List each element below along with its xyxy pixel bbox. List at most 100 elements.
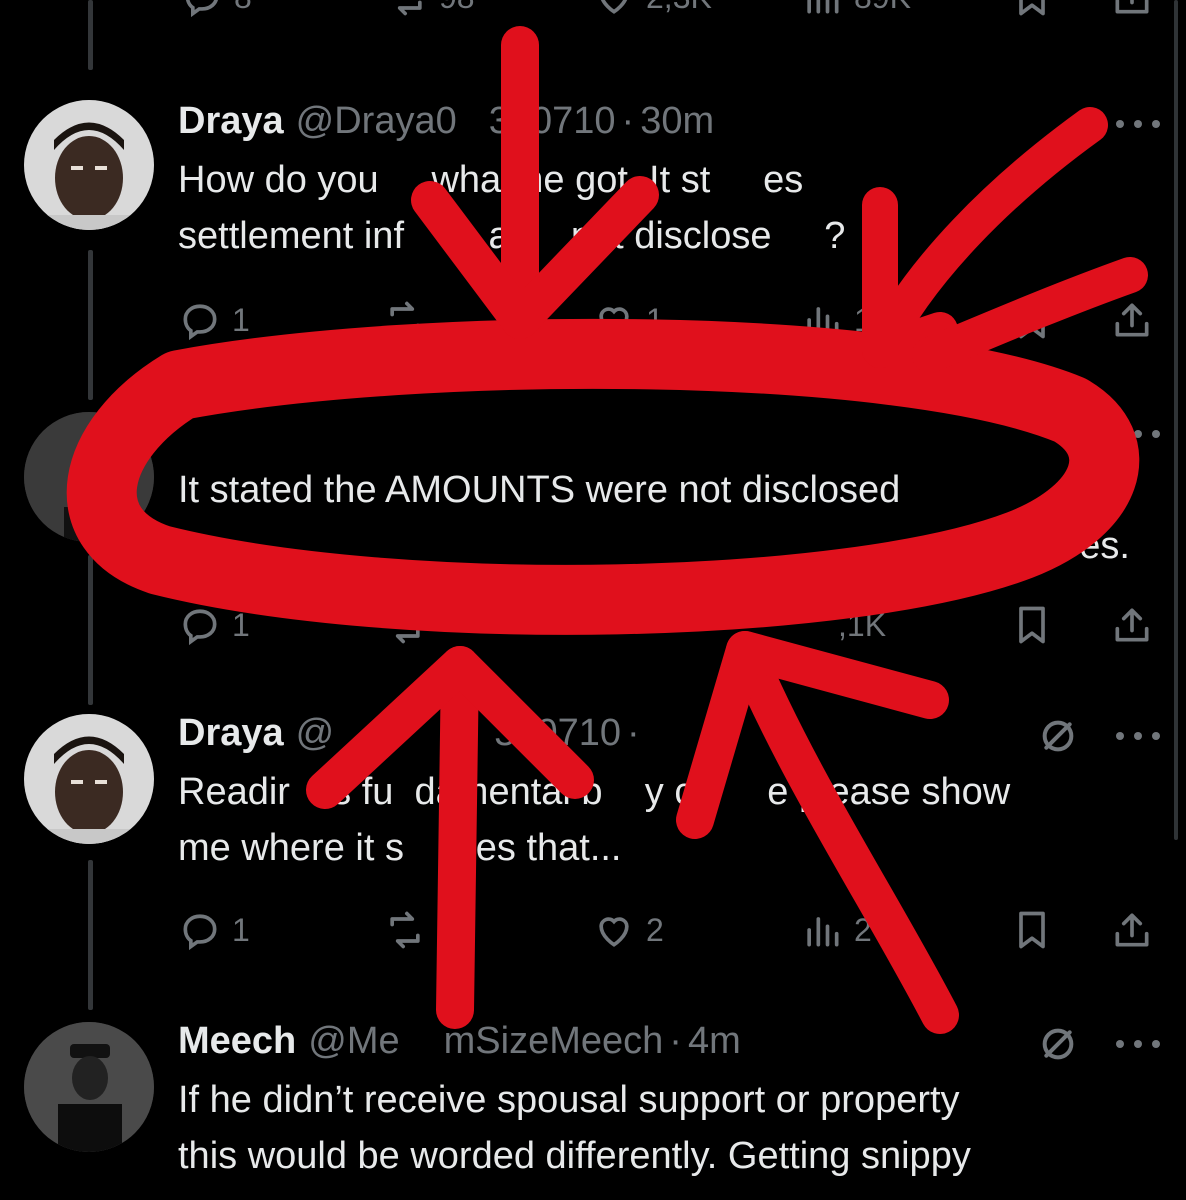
tweet-header: Draya @ 360710 · (178, 712, 646, 764)
share-button[interactable] (1110, 0, 1154, 22)
views-count: 2 (854, 911, 872, 948)
reply-count: 1 (232, 606, 250, 643)
repost-icon (383, 298, 427, 342)
handle[interactable]: @ (296, 712, 335, 755)
more-icon[interactable] (1116, 1034, 1160, 1054)
like-button[interactable]: 1 (592, 295, 664, 345)
share-icon (1110, 908, 1154, 952)
repost-count: 98 (439, 0, 475, 16)
reply-icon (178, 298, 222, 342)
views-count: ,1K (838, 606, 887, 643)
avatar[interactable] (24, 714, 154, 844)
grok-icon[interactable] (1038, 1024, 1078, 1064)
views-button[interactable]: 1 (800, 295, 872, 345)
display-name[interactable]: Draya (178, 100, 284, 143)
more-icon[interactable] (1116, 424, 1160, 444)
bookmark-button[interactable] (1010, 295, 1054, 345)
reply-count: 8 (234, 0, 252, 16)
tweet-text: If he didn’t receive spousal support or … (178, 1072, 1158, 1184)
views-icon (800, 0, 844, 19)
tweet-actions: 1 1 1 (178, 295, 1158, 345)
views-button[interactable]: 89K (800, 0, 911, 22)
reply-icon (180, 0, 224, 19)
share-button[interactable] (1110, 295, 1154, 345)
reply-button[interactable]: 1 (178, 905, 250, 955)
like-button[interactable]: 2,3K (592, 0, 712, 22)
tweet-header: Draya @Draya0 360710 · 30m (178, 100, 714, 152)
bookmark-button[interactable] (1010, 0, 1054, 22)
share-button[interactable] (1110, 905, 1154, 955)
views-icon (800, 298, 844, 342)
repost-button[interactable] (383, 600, 427, 650)
tweet-text-line: me where it s ites that... (178, 827, 622, 869)
handle[interactable]: @Draya0 (296, 100, 457, 143)
reply-icon (178, 908, 222, 952)
avatar[interactable] (24, 412, 154, 542)
tweet-text-line: If he didn’t receive spousal support or … (178, 1079, 960, 1121)
repost-button[interactable] (383, 295, 427, 345)
repost-button[interactable] (383, 905, 427, 955)
bookmark-icon (1010, 0, 1054, 19)
views-count: 89K (854, 0, 911, 16)
tweet[interactable]: Meech @Me mSizeMeech · 4m If he didn’t r… (0, 1020, 1186, 1200)
tweet[interactable]: It stated the AMOUNTS were not disclosed… (0, 410, 1186, 660)
bookmark-button[interactable] (1010, 905, 1054, 955)
heart-icon (592, 0, 636, 19)
separator-dot: · (669, 1020, 682, 1062)
share-icon (1110, 298, 1154, 342)
grok-icon[interactable] (1038, 716, 1078, 756)
views-button[interactable]: 2 (800, 905, 872, 955)
tweet-text: Readir s fu damental b y ca e please sho… (178, 764, 1158, 876)
tweet-actions: 1 ,1K (178, 600, 1158, 650)
previous-tweet-actions: 8 98 2,3K 89K (0, 0, 1186, 32)
tweet-text-line: Readir s fu damental b y ca e please sho… (178, 771, 1011, 813)
bookmark-icon (1010, 603, 1054, 647)
display-name[interactable]: Meech (178, 1020, 296, 1063)
tweet-text-line: How do you what he got. It st es (178, 159, 804, 201)
tweet-text-line: es. (1079, 525, 1130, 567)
reply-count: 1 (232, 911, 250, 948)
reply-button[interactable]: 1 (178, 295, 250, 345)
tweet-text-line: settlement inf ati not disclose ? (178, 215, 846, 257)
repost-icon (383, 603, 427, 647)
tweet-text-line: this would be worded differently. Gettin… (178, 1135, 971, 1177)
handle-tail[interactable]: 360710 (489, 100, 616, 143)
reply-count: 1 (232, 301, 250, 338)
heart-icon (592, 908, 636, 952)
views-icon (800, 908, 844, 952)
tweet[interactable]: Draya @ 360710 · Readir s fu damental b … (0, 712, 1186, 962)
display-name[interactable]: Draya (178, 712, 284, 755)
repost-icon (385, 0, 429, 19)
bookmark-icon (1010, 908, 1054, 952)
like-count: 2,3K (646, 0, 712, 16)
handle[interactable]: @Me (308, 1020, 399, 1063)
share-icon (1110, 0, 1154, 19)
avatar[interactable] (24, 1022, 154, 1152)
handle-tail[interactable]: mSizeMeech (444, 1020, 664, 1063)
handle-tail[interactable]: 360710 (494, 712, 621, 755)
share-button[interactable] (1110, 600, 1154, 650)
tweet[interactable]: Draya @Draya0 360710 · 30m How do you wh… (0, 100, 1186, 350)
like-button[interactable]: 2 (592, 905, 664, 955)
bookmark-icon (1010, 298, 1054, 342)
tweet-text: How do you what he got. It st es settlem… (178, 152, 1158, 264)
views-button[interactable]: ,1K (828, 600, 886, 650)
more-icon[interactable] (1116, 726, 1160, 746)
repost-icon (383, 908, 427, 952)
share-icon (1110, 603, 1154, 647)
like-count: 2 (646, 911, 664, 948)
reply-button[interactable]: 8 (180, 0, 252, 22)
reply-icon (178, 603, 222, 647)
heart-icon (592, 298, 636, 342)
timestamp[interactable]: 30m (640, 100, 714, 143)
tweet-text: It stated the AMOUNTS were not disclosed… (178, 462, 1158, 574)
more-icon[interactable] (1116, 114, 1160, 134)
bookmark-button[interactable] (1010, 600, 1054, 650)
separator-dot: · (621, 100, 635, 142)
avatar[interactable] (24, 100, 154, 230)
reply-button[interactable]: 1 (178, 600, 250, 650)
repost-button[interactable]: 98 (385, 0, 475, 22)
timestamp[interactable]: 4m (688, 1020, 741, 1063)
tweet-header: Meech @Me mSizeMeech · 4m (178, 1020, 741, 1072)
views-count: 1 (854, 301, 872, 338)
